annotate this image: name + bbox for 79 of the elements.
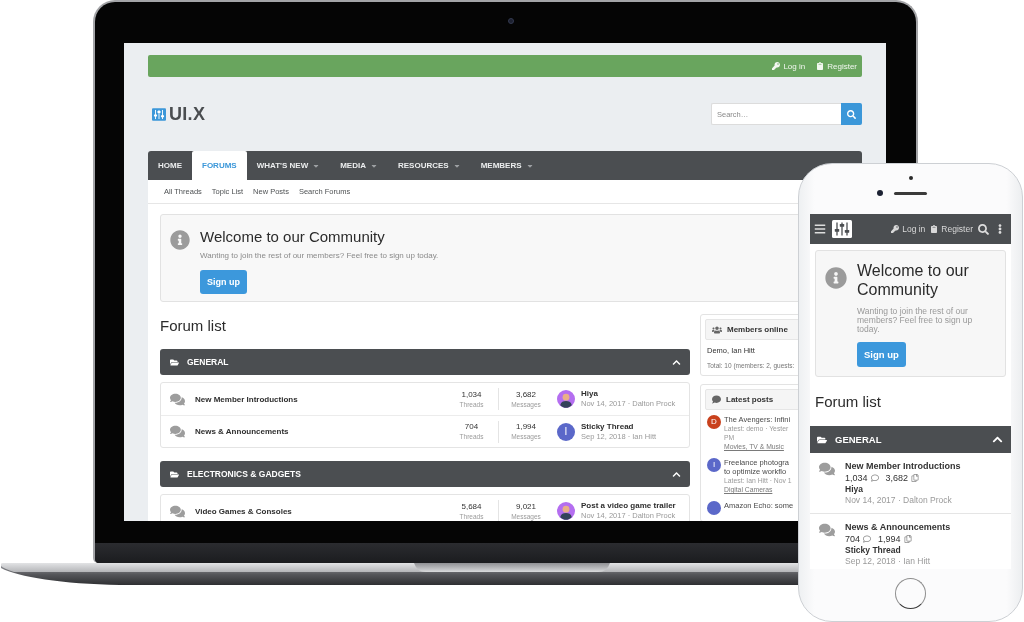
message-count: 3,682 [516,389,536,400]
thread-count: 5,684 [461,501,482,512]
comment-icon [863,535,872,543]
message-count: 1,994 [516,422,536,432]
nav-tab[interactable]: WHAT'S NEW [246,151,331,180]
category-title[interactable]: GENERAL [187,357,229,367]
last-post-title[interactable]: Post a video game trailer [581,501,676,511]
comment-icon [870,474,879,482]
chevron-up-icon[interactable] [672,357,681,367]
comments-icon [170,503,185,519]
login-link[interactable]: Log in [891,224,926,234]
section-title: Forum list [160,316,226,336]
category-title[interactable]: GENERAL [835,434,882,445]
forum-title[interactable]: News & Announcements [845,521,951,533]
widget-title: Latest posts [726,395,774,404]
folder-icon [170,357,179,367]
last-post-title[interactable]: Sticky Thread [845,545,901,556]
forum-title[interactable]: New Member Introductions [195,394,298,404]
clipboard-icon [930,225,939,233]
search-icon [847,109,856,119]
logo-icon[interactable] [832,220,852,238]
widget-title: Members online [727,325,788,334]
letter-avatar: I [707,458,721,472]
comments-icon [170,424,185,439]
message-count: 1,994 [878,534,901,544]
nav-tab[interactable]: RESOURCES [388,151,471,180]
forum-title[interactable]: News & Announcements [195,427,289,436]
copy-icon [911,474,920,482]
info-icon [170,230,190,250]
nav-tab[interactable]: MEDIA [330,151,388,180]
speaker-grille [894,191,927,195]
menu-icon [814,223,826,235]
comments-icon [170,391,185,407]
key-icon [772,62,781,70]
last-post-title[interactable]: Hiya [581,389,598,399]
forum-title[interactable]: Video Games & Consoles [195,506,292,516]
comment-icon [712,395,721,404]
last-post-meta: Sep 12, 2018 · Ian Hitt [845,556,931,567]
folder-icon [170,469,179,479]
home-button[interactable] [895,578,926,609]
category-title[interactable]: ELECTRONICS & GADGETS [187,469,301,479]
section-title: Forum list [815,393,881,411]
search-button[interactable] [978,223,989,235]
chevron-up-icon[interactable] [992,434,1003,445]
comments-icon [819,522,835,538]
copy-icon [903,535,912,543]
notice-text: Wanting to join the rest of our members? Feel free to sign up today. [857,307,974,334]
thread-count: 1,034 [845,473,868,483]
last-post-title[interactable]: Hiya [845,484,863,495]
message-count: 9,021 [516,501,536,512]
users-icon [712,324,722,335]
clipboard-icon [816,62,825,70]
notice-text: Wanting to join the rest of our members? Feel free to sign up today. [200,251,439,261]
search-button[interactable] [841,103,862,125]
chevron-up-icon[interactable] [672,469,681,479]
comments-icon [819,461,835,477]
notice-title: Welcome to our Community [857,261,970,299]
letter-avatar: D [707,415,721,429]
last-post-meta: Nov 14, 2017 · Dalton Prock [845,495,952,506]
camera-icon [877,190,883,196]
notice-title: Welcome to our Community [200,228,385,246]
thread-count: 704 [845,534,861,544]
thread-count: 704 [464,422,479,432]
folder-icon [817,434,827,445]
menu-button[interactable] [814,223,826,235]
logo-text[interactable]: UI.X [169,103,206,125]
key-icon [891,225,900,233]
nav-tab[interactable]: MEMBERS [470,151,544,180]
nav-tab[interactable]: HOME [148,151,192,180]
forum-title[interactable]: New Member Introductions [845,460,961,472]
letter-avatar: I [557,422,575,441]
last-post-title[interactable]: Sticky Thread [581,421,634,432]
info-icon [825,267,847,289]
camera-icon [507,18,514,24]
register-link[interactable]: Register [930,224,973,234]
thread-count: 1,034 [461,389,482,400]
sensor-icon [908,176,913,180]
search-icon [978,223,989,235]
message-count: 3,682 [885,473,909,483]
